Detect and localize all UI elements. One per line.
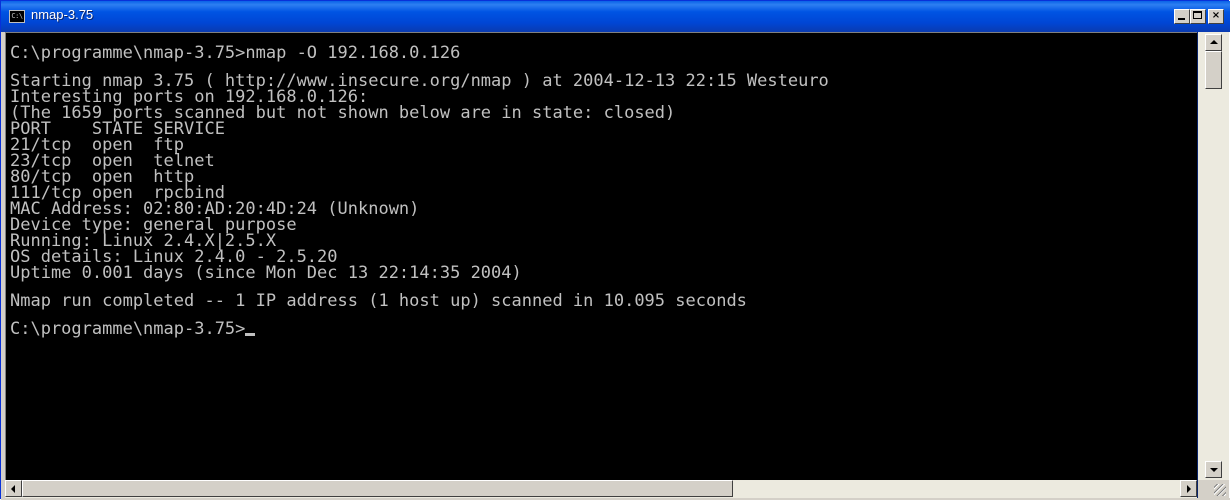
- console-window: C:\ nmap-3.75 × C:\programme\nmap-3.75>n…: [0, 0, 1230, 500]
- minimize-button[interactable]: [1174, 9, 1190, 24]
- scroll-up-button[interactable]: [1205, 34, 1222, 51]
- scroll-down-button[interactable]: [1205, 461, 1222, 478]
- horizontal-scroll-thumb[interactable]: [22, 480, 733, 497]
- final-prompt: C:\programme\nmap-3.75>: [10, 319, 246, 339]
- maximize-icon: [1193, 11, 1202, 19]
- prompt-line: C:\programme\nmap-3.75>: [10, 319, 1197, 339]
- summary-line: Nmap run completed -- 1 IP address (1 ho…: [10, 291, 747, 311]
- close-icon: ×: [1211, 10, 1221, 21]
- arrow-left-icon: [11, 485, 15, 493]
- close-button[interactable]: ×: [1208, 9, 1224, 24]
- vertical-scrollbar[interactable]: [1198, 32, 1229, 480]
- horizontal-scrollbar[interactable]: [5, 480, 1197, 498]
- arrow-down-icon: [1210, 468, 1218, 472]
- resize-grip-icon: [1214, 484, 1226, 496]
- resize-grip[interactable]: [1198, 480, 1229, 498]
- text-cursor: [245, 333, 256, 336]
- output-line: PORT STATE SERVICE: [10, 119, 225, 139]
- arrow-right-icon: [1187, 485, 1191, 493]
- window-title: nmap-3.75: [31, 7, 94, 22]
- scroll-right-button[interactable]: [1180, 480, 1197, 497]
- vertical-scroll-thumb[interactable]: [1205, 51, 1222, 89]
- scroll-left-button[interactable]: [5, 480, 22, 497]
- command-line: C:\programme\nmap-3.75>nmap -O 192.168.0…: [10, 43, 461, 63]
- console-icon[interactable]: C:\: [9, 10, 25, 23]
- console-output-area[interactable]: C:\programme\nmap-3.75>nmap -O 192.168.0…: [5, 32, 1197, 480]
- arrow-up-icon: [1210, 40, 1218, 44]
- window-frame-bottom: [1, 498, 1230, 500]
- minimize-icon: [1178, 18, 1185, 20]
- maximize-button[interactable]: [1190, 9, 1206, 24]
- title-bar[interactable]: C:\ nmap-3.75 ×: [1, 1, 1230, 32]
- output-line: Uptime 0.001 days (since Mon Dec 13 22:1…: [10, 263, 522, 283]
